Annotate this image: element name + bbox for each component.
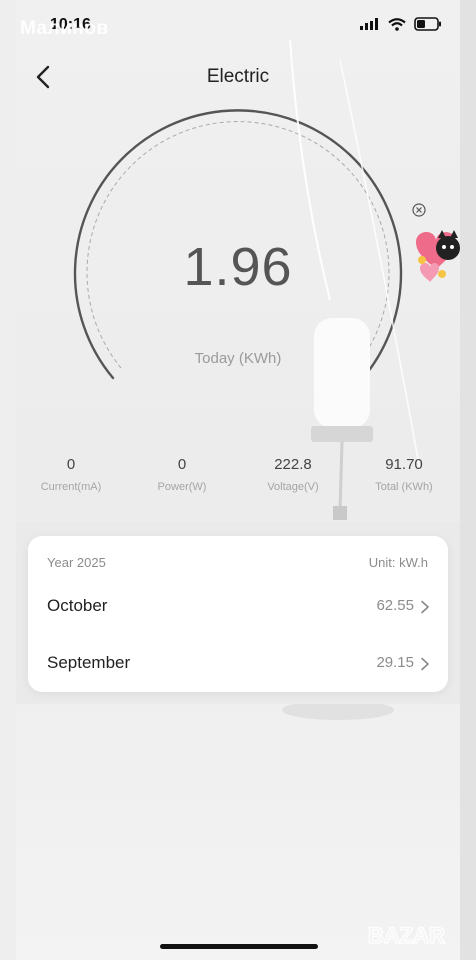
today-energy-label: Today (KWh) — [194, 350, 282, 367]
unit-label: Unit: kW.h — [368, 555, 428, 570]
today-energy-value: 1.96 — [183, 237, 293, 297]
stat-total-label: Total (KWh) — [375, 481, 433, 493]
month-value: 29.15 — [376, 654, 414, 671]
stat-voltage-value: 222.8 — [274, 456, 312, 473]
stat-power: 0 Power(W) — [127, 456, 237, 493]
month-value: 62.55 — [376, 597, 414, 614]
year-label: Year 2025 — [47, 555, 106, 570]
chevron-right-icon — [421, 657, 429, 671]
month-row-october[interactable]: October 62.55 — [28, 584, 448, 630]
stat-voltage: 222.8 Voltage(V) — [238, 456, 348, 493]
svg-text:BAZAR: BAZAR — [368, 923, 445, 948]
stat-power-value: 0 — [177, 456, 187, 473]
stat-total-value: 91.70 — [385, 456, 423, 473]
stat-current-value: 0 — [66, 456, 76, 473]
month-row-september[interactable]: September 29.15 — [28, 641, 448, 687]
stat-power-label: Power(W) — [157, 481, 207, 493]
month-name: October — [47, 596, 108, 615]
home-indicator[interactable] — [160, 944, 318, 949]
stat-total: 91.70 Total (KWh) — [349, 456, 459, 493]
stat-current-label: Current(mA) — [40, 481, 102, 493]
close-circle-icon[interactable] — [412, 203, 426, 217]
bazar-watermark-logo: BAZAR — [367, 922, 446, 949]
stat-current: 0 Current(mA) — [16, 456, 126, 493]
floating-ad-sticker[interactable] — [412, 222, 460, 296]
month-name: September — [47, 653, 131, 672]
monthly-history-card: Year 2025 Unit: kW.h October 62.55 Septe… — [28, 536, 448, 692]
chevron-right-icon — [421, 600, 429, 614]
stat-voltage-label: Voltage(V) — [267, 481, 319, 493]
